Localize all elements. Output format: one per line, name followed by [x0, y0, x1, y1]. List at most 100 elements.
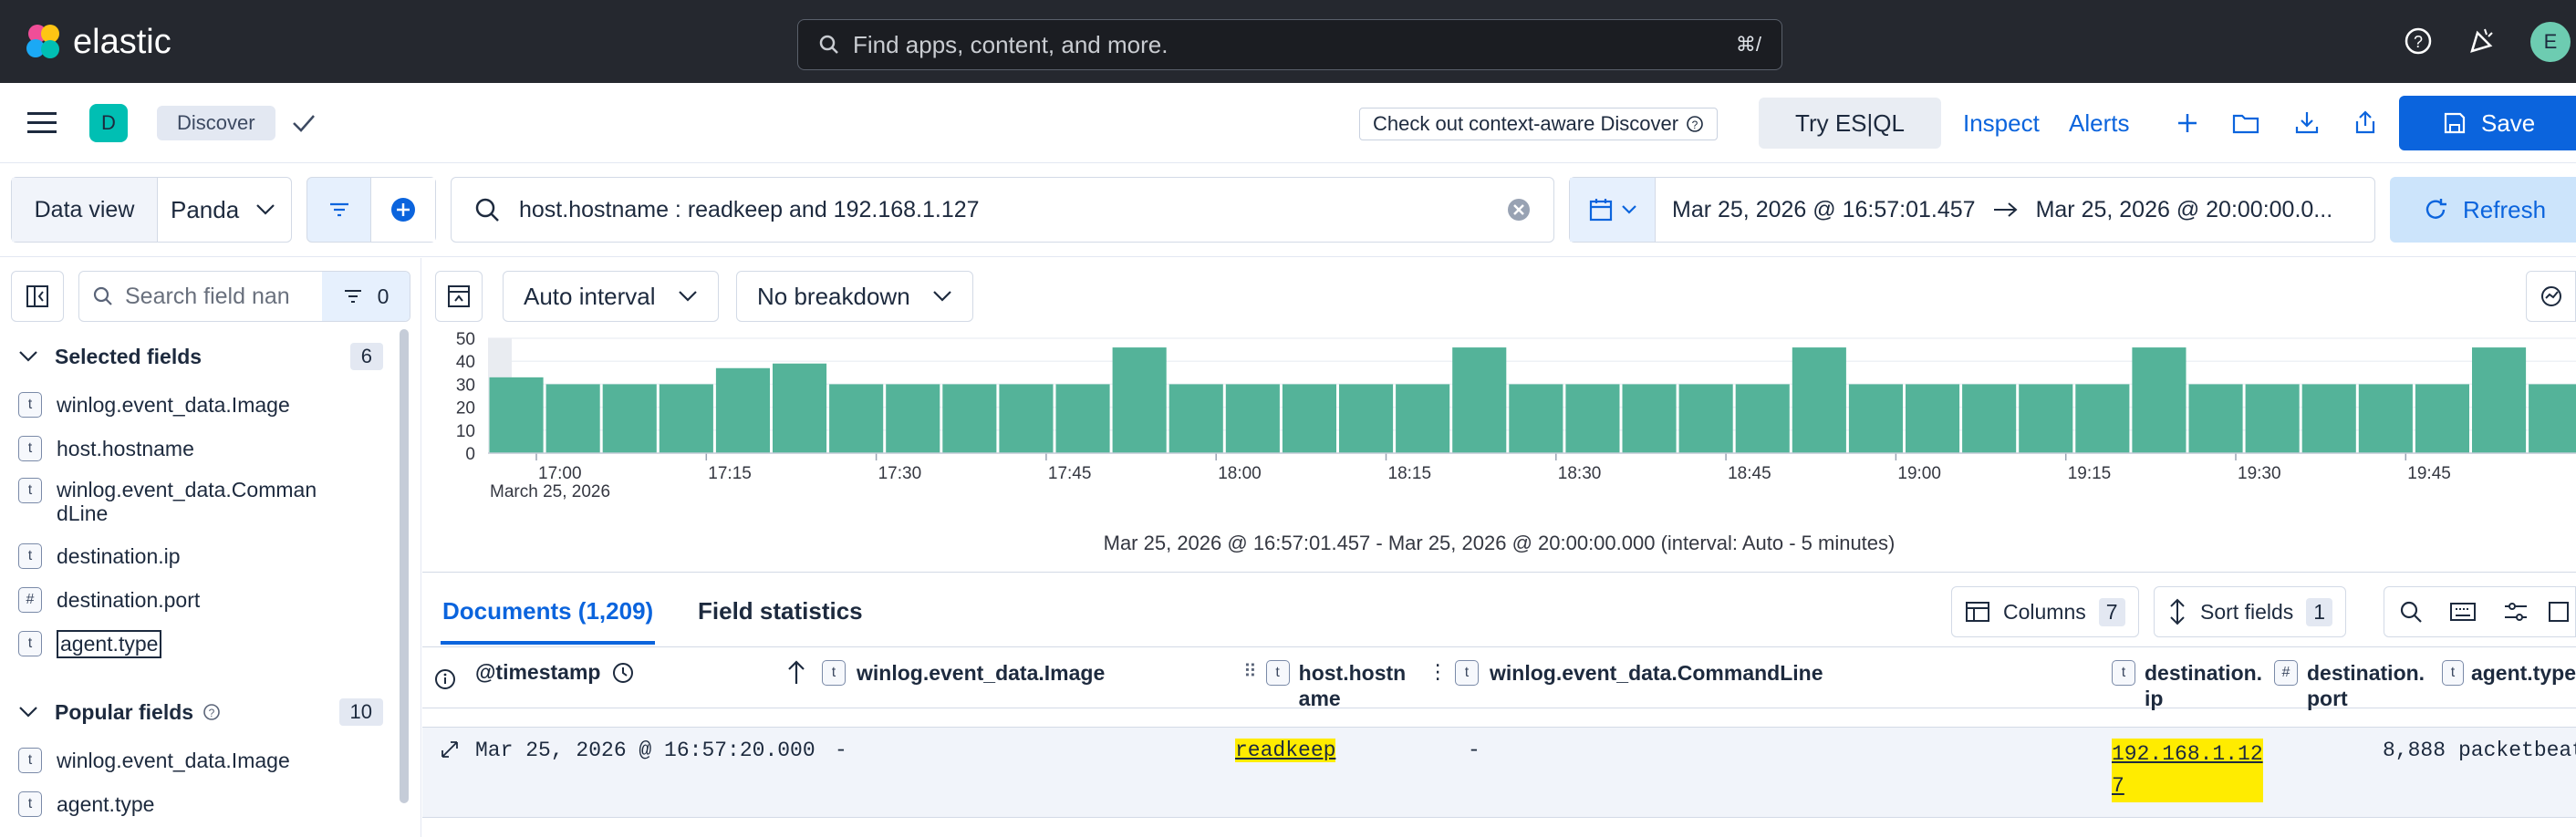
- histogram-bar[interactable]: [829, 384, 884, 453]
- column-header-dest-port[interactable]: # destination. port: [2274, 660, 2425, 711]
- histogram-bar[interactable]: [2529, 384, 2576, 453]
- histogram-bar[interactable]: [1678, 384, 1733, 453]
- share-icon[interactable]: [2352, 108, 2379, 140]
- histogram-bar[interactable]: [1622, 384, 1677, 453]
- help-icon[interactable]: ?: [2403, 26, 2434, 61]
- save-button[interactable]: Save: [2399, 96, 2576, 150]
- histogram-bar[interactable]: [1509, 384, 1563, 453]
- info-icon[interactable]: [433, 667, 457, 691]
- refresh-button[interactable]: Refresh: [2390, 177, 2576, 243]
- field-item[interactable]: t winlog.event_data.Comman dLine: [18, 470, 383, 534]
- time-start[interactable]: Mar 25, 2026 @ 16:57:01.457: [1672, 197, 1976, 223]
- histogram-bar[interactable]: [715, 367, 770, 453]
- sidebar-scrollbar[interactable]: [400, 329, 409, 803]
- menu-icon[interactable]: [27, 110, 58, 140]
- field-item[interactable]: # destination.port: [18, 578, 383, 622]
- clear-icon[interactable]: [1506, 197, 1532, 222]
- histogram-bar[interactable]: [2188, 384, 2243, 453]
- collapse-sidebar-icon[interactable]: [11, 271, 64, 322]
- user-avatar[interactable]: E: [2530, 22, 2571, 62]
- elastic-logo[interactable]: elastic: [24, 22, 171, 62]
- breakdown-select[interactable]: No breakdown: [736, 271, 973, 322]
- drag-handle-icon[interactable]: ⠿: [1243, 660, 1257, 683]
- try-esql-button[interactable]: Try ES|QL: [1759, 98, 1941, 149]
- histogram-bar[interactable]: [602, 384, 657, 453]
- time-end[interactable]: Mar 25, 2026 @ 20:00:00.0...: [2036, 197, 2333, 223]
- histogram-bar[interactable]: [1112, 347, 1167, 453]
- breadcrumb[interactable]: Discover: [157, 106, 275, 140]
- histogram-bar[interactable]: [2245, 384, 2300, 453]
- histogram-bar[interactable]: [1848, 384, 1903, 453]
- histogram-bar[interactable]: [1792, 347, 1846, 453]
- sort-ascending-icon[interactable]: [785, 658, 807, 686]
- field-filter-button[interactable]: 0: [322, 272, 410, 321]
- histogram-bar[interactable]: [2132, 347, 2186, 453]
- histogram-bar[interactable]: [773, 363, 827, 453]
- histogram-bar[interactable]: [2472, 347, 2527, 453]
- histogram-bar[interactable]: [999, 384, 1054, 453]
- column-header-timestamp[interactable]: @timestamp: [475, 660, 635, 685]
- columns-button[interactable]: Columns 7: [1951, 586, 2139, 637]
- toggle-chart-icon[interactable]: [435, 271, 483, 322]
- space-avatar[interactable]: D: [89, 104, 128, 142]
- tab-field-statistics[interactable]: Field statistics: [698, 597, 863, 625]
- inspect-button[interactable]: Inspect: [1963, 109, 2040, 138]
- histogram-bar[interactable]: [1339, 384, 1394, 453]
- histogram-bar[interactable]: [1282, 384, 1336, 453]
- field-item[interactable]: t agent.type: [18, 622, 383, 666]
- keyboard-icon[interactable]: [2436, 602, 2488, 622]
- histogram-bar[interactable]: [1962, 384, 2017, 453]
- field-search-input[interactable]: Search field nan 0: [78, 271, 410, 322]
- field-item[interactable]: t agent.type: [18, 782, 383, 826]
- newsfeed-icon[interactable]: [2467, 26, 2498, 61]
- popular-fields-header[interactable]: Popular fields ? 10: [18, 694, 383, 730]
- histogram-bar[interactable]: [2301, 384, 2356, 453]
- field-item[interactable]: t winlog.event_data.Image: [18, 383, 383, 427]
- histogram-bar[interactable]: [2415, 384, 2469, 453]
- tab-documents[interactable]: Documents (1,209): [441, 597, 656, 645]
- global-search-input[interactable]: Find apps, content, and more. ⌘/: [797, 19, 1782, 70]
- histogram-bar[interactable]: [1225, 384, 1280, 453]
- sort-fields-button[interactable]: Sort fields 1: [2154, 586, 2347, 637]
- histogram-bar[interactable]: [2358, 384, 2413, 453]
- histogram-bar[interactable]: [886, 384, 940, 453]
- context-aware-callout[interactable]: Check out context-aware Discover ?: [1359, 108, 1719, 140]
- alerts-button[interactable]: Alerts: [2069, 109, 2129, 138]
- histogram-chart[interactable]: 0 10 20 30 40 50 17:00 17:15 17:30 17:45 18:00 18:1…: [422, 329, 2576, 566]
- histogram-bar[interactable]: [2019, 384, 2073, 453]
- interval-select[interactable]: Auto interval: [503, 271, 719, 322]
- new-icon[interactable]: [2175, 110, 2200, 140]
- histogram-bar[interactable]: [1396, 384, 1450, 453]
- expand-icon[interactable]: [439, 739, 461, 760]
- chart-options-icon[interactable]: [2526, 271, 2576, 322]
- query-input[interactable]: host.hostname : readkeep and 192.168.1.1…: [451, 177, 1554, 243]
- histogram-bar[interactable]: [545, 384, 600, 453]
- histogram-bar[interactable]: [1906, 384, 1960, 453]
- open-folder-icon[interactable]: [2231, 110, 2260, 140]
- histogram-bar[interactable]: [942, 384, 997, 453]
- field-item[interactable]: t host.hostname: [18, 427, 383, 470]
- selected-fields-header[interactable]: Selected fields 6: [18, 338, 383, 375]
- histogram-bar[interactable]: [1169, 384, 1223, 453]
- filter-menu-icon[interactable]: [307, 178, 371, 242]
- column-header-hostname[interactable]: ⠿ t host.hostn ame ⋮: [1243, 660, 1448, 711]
- histogram-bar[interactable]: [659, 384, 713, 453]
- display-settings-icon[interactable]: [2489, 601, 2541, 623]
- histogram-bar[interactable]: [489, 377, 544, 453]
- column-header-agent[interactable]: t agent.type: [2442, 660, 2576, 686]
- data-view-picker[interactable]: Data view Panda: [11, 177, 292, 243]
- grid-search-icon[interactable]: [2384, 599, 2436, 625]
- column-header-commandline[interactable]: t winlog.event_data.CommandLine: [1455, 660, 1823, 686]
- field-item[interactable]: t winlog.event_data.Image: [18, 739, 383, 782]
- column-header-image[interactable]: t winlog.event_data.Image: [822, 660, 1105, 686]
- histogram-bar[interactable]: [1452, 347, 1507, 453]
- table-row[interactable]: Mar 25, 2026 @ 16:57:20.000 - readkeep -…: [422, 727, 2576, 818]
- add-filter-icon[interactable]: [371, 178, 435, 242]
- column-actions-icon[interactable]: ⋮: [1428, 660, 1448, 684]
- histogram-bar[interactable]: [1055, 384, 1110, 453]
- histogram-bar[interactable]: [2075, 384, 2130, 453]
- histogram-bar[interactable]: [1735, 384, 1790, 453]
- field-item[interactable]: t destination.ip: [18, 534, 383, 578]
- download-icon[interactable]: [2293, 108, 2321, 140]
- histogram-bar[interactable]: [1565, 384, 1620, 453]
